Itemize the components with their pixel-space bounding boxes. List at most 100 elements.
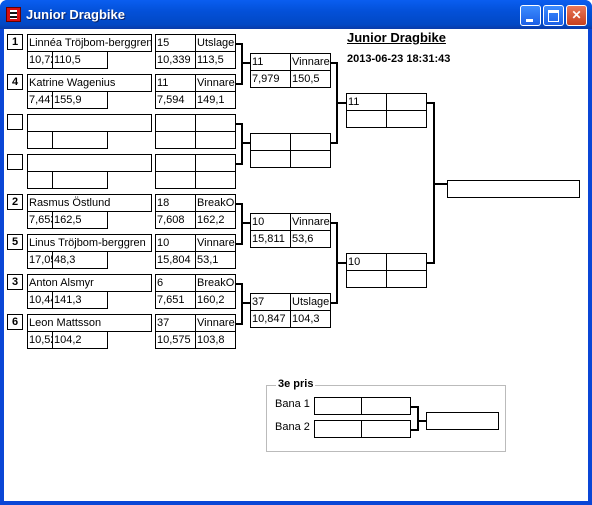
speed-field[interactable]: 155,9 <box>52 91 108 109</box>
elapsed-time-field[interactable]: 10,339 <box>155 51 196 69</box>
result-status-field[interactable] <box>195 114 236 132</box>
racer-name-field[interactable]: Anton Alsmyr <box>27 274 152 292</box>
qf-lane-field[interactable]: 11 <box>250 53 291 71</box>
qf-status-field[interactable]: Vinnare <box>290 53 331 71</box>
lane-number-field[interactable] <box>155 154 196 172</box>
reaction-time-field[interactable]: 7,447 <box>27 91 53 109</box>
lane-number-field[interactable] <box>155 114 196 132</box>
result-status-field[interactable]: BreakOut <box>195 194 236 212</box>
elapsed-time-field[interactable] <box>155 131 196 149</box>
top-speed-field[interactable] <box>195 171 236 189</box>
reaction-time-field[interactable] <box>27 131 53 149</box>
qf-speed-field[interactable] <box>290 150 331 168</box>
seed-badge <box>7 154 23 170</box>
bracket-area: Junior Dragbike 2013-06-23 18:31:43 1 Lin… <box>4 29 588 501</box>
qf-speed-field[interactable]: 104,3 <box>290 310 331 328</box>
qf-et-field[interactable] <box>250 150 291 168</box>
racer-name-field[interactable]: Linus Tröjbom-berggren <box>27 234 152 252</box>
semi-lane-field[interactable]: 11 <box>346 93 387 111</box>
top-speed-field[interactable]: 103,8 <box>195 331 236 349</box>
racer-name-field[interactable]: Rasmus Östlund <box>27 194 152 212</box>
elapsed-time-field[interactable]: 7,608 <box>155 211 196 229</box>
bracket-line <box>336 262 346 264</box>
top-speed-field[interactable]: 149,1 <box>195 91 236 109</box>
qf-status-field[interactable]: Vinnare <box>290 213 331 231</box>
elapsed-time-field[interactable]: 7,594 <box>155 91 196 109</box>
qf-et-field[interactable]: 10,847 <box>250 310 291 328</box>
top-speed-field[interactable]: 113,5 <box>195 51 236 69</box>
result-status-field[interactable]: Vinnare <box>195 234 236 252</box>
speed-field[interactable]: 110,5 <box>52 51 108 69</box>
qf-speed-field[interactable]: 150,5 <box>290 70 331 88</box>
bracket-line <box>241 283 243 325</box>
top-speed-field[interactable]: 162,2 <box>195 211 236 229</box>
final-winner-field[interactable] <box>447 180 580 198</box>
top-speed-field[interactable] <box>195 131 236 149</box>
result-status-field[interactable]: Vinnare <box>195 314 236 332</box>
lane-number-field[interactable]: 6 <box>155 274 196 292</box>
speed-field[interactable]: 162,5 <box>52 211 108 229</box>
seed-badge: 5 <box>7 234 23 250</box>
seed-badge: 4 <box>7 74 23 90</box>
seed-badge: 3 <box>7 274 23 290</box>
third-place-group <box>266 385 506 452</box>
semi-speed-field[interactable] <box>386 110 427 128</box>
qf-status-field[interactable]: Utslagen <box>290 293 331 311</box>
semi-et-field[interactable] <box>346 110 387 128</box>
racer-name-field[interactable]: Leon Mattsson <box>27 314 152 332</box>
result-status-field[interactable]: Utslagen <box>195 34 236 52</box>
semi-status-field[interactable] <box>386 253 427 271</box>
title-bar[interactable]: Junior Dragbike ✕ <box>0 0 592 29</box>
top-speed-field[interactable]: 53,1 <box>195 251 236 269</box>
maximize-button[interactable] <box>543 5 564 26</box>
elapsed-time-field[interactable]: 10,575 <box>155 331 196 349</box>
qf-speed-field[interactable]: 53,6 <box>290 230 331 248</box>
racer-name-field[interactable] <box>27 154 152 172</box>
speed-field[interactable] <box>52 171 108 189</box>
lane-number-field[interactable]: 37 <box>155 314 196 332</box>
qf-lane-field[interactable]: 37 <box>250 293 291 311</box>
reaction-time-field[interactable]: 7,653 <box>27 211 53 229</box>
reaction-time-field[interactable]: 10,520 <box>27 331 53 349</box>
close-button[interactable]: ✕ <box>566 5 587 26</box>
semi-lane-field[interactable]: 10 <box>346 253 387 271</box>
elapsed-time-field[interactable]: 7,651 <box>155 291 196 309</box>
qf-status-field[interactable] <box>290 133 331 151</box>
window-title: Junior Dragbike <box>26 7 125 22</box>
semi-et-field[interactable] <box>346 270 387 288</box>
elapsed-time-field[interactable] <box>155 171 196 189</box>
lane-number-field[interactable]: 18 <box>155 194 196 212</box>
top-speed-field[interactable]: 160,2 <box>195 291 236 309</box>
bracket-line <box>336 102 346 104</box>
semi-status-field[interactable] <box>386 93 427 111</box>
speed-field[interactable]: 141,3 <box>52 291 108 309</box>
third-place-legend: 3e pris <box>276 378 316 390</box>
seed-badge <box>7 114 23 130</box>
elapsed-time-field[interactable]: 15,804 <box>155 251 196 269</box>
result-status-field[interactable]: Vinnare <box>195 74 236 92</box>
racer-name-field[interactable] <box>27 114 152 132</box>
qf-lane-field[interactable] <box>250 133 291 151</box>
minimize-button[interactable] <box>520 5 541 26</box>
semi-speed-field[interactable] <box>386 270 427 288</box>
bracket-line <box>241 302 250 304</box>
qf-et-field[interactable]: 15,811 <box>250 230 291 248</box>
reaction-time-field[interactable]: 17,059 <box>27 251 53 269</box>
racer-name-field[interactable]: Linnéa Tröjbom-berggren <box>27 34 152 52</box>
bracket-line <box>241 203 243 245</box>
lane-number-field[interactable]: 10 <box>155 234 196 252</box>
racer-name-field[interactable]: Katrine Wagenius <box>27 74 152 92</box>
qf-et-field[interactable]: 7,979 <box>250 70 291 88</box>
speed-field[interactable]: 48,3 <box>52 251 108 269</box>
reaction-time-field[interactable]: 10,722 <box>27 51 53 69</box>
speed-field[interactable]: 104,2 <box>52 331 108 349</box>
qf-lane-field[interactable]: 10 <box>250 213 291 231</box>
result-status-field[interactable] <box>195 154 236 172</box>
reaction-time-field[interactable]: 10,443 <box>27 291 53 309</box>
lane-number-field[interactable]: 11 <box>155 74 196 92</box>
reaction-time-field[interactable] <box>27 171 53 189</box>
speed-field[interactable] <box>52 131 108 149</box>
lane-number-field[interactable]: 15 <box>155 34 196 52</box>
result-status-field[interactable]: BreakOut <box>195 274 236 292</box>
bracket-line <box>241 222 250 224</box>
